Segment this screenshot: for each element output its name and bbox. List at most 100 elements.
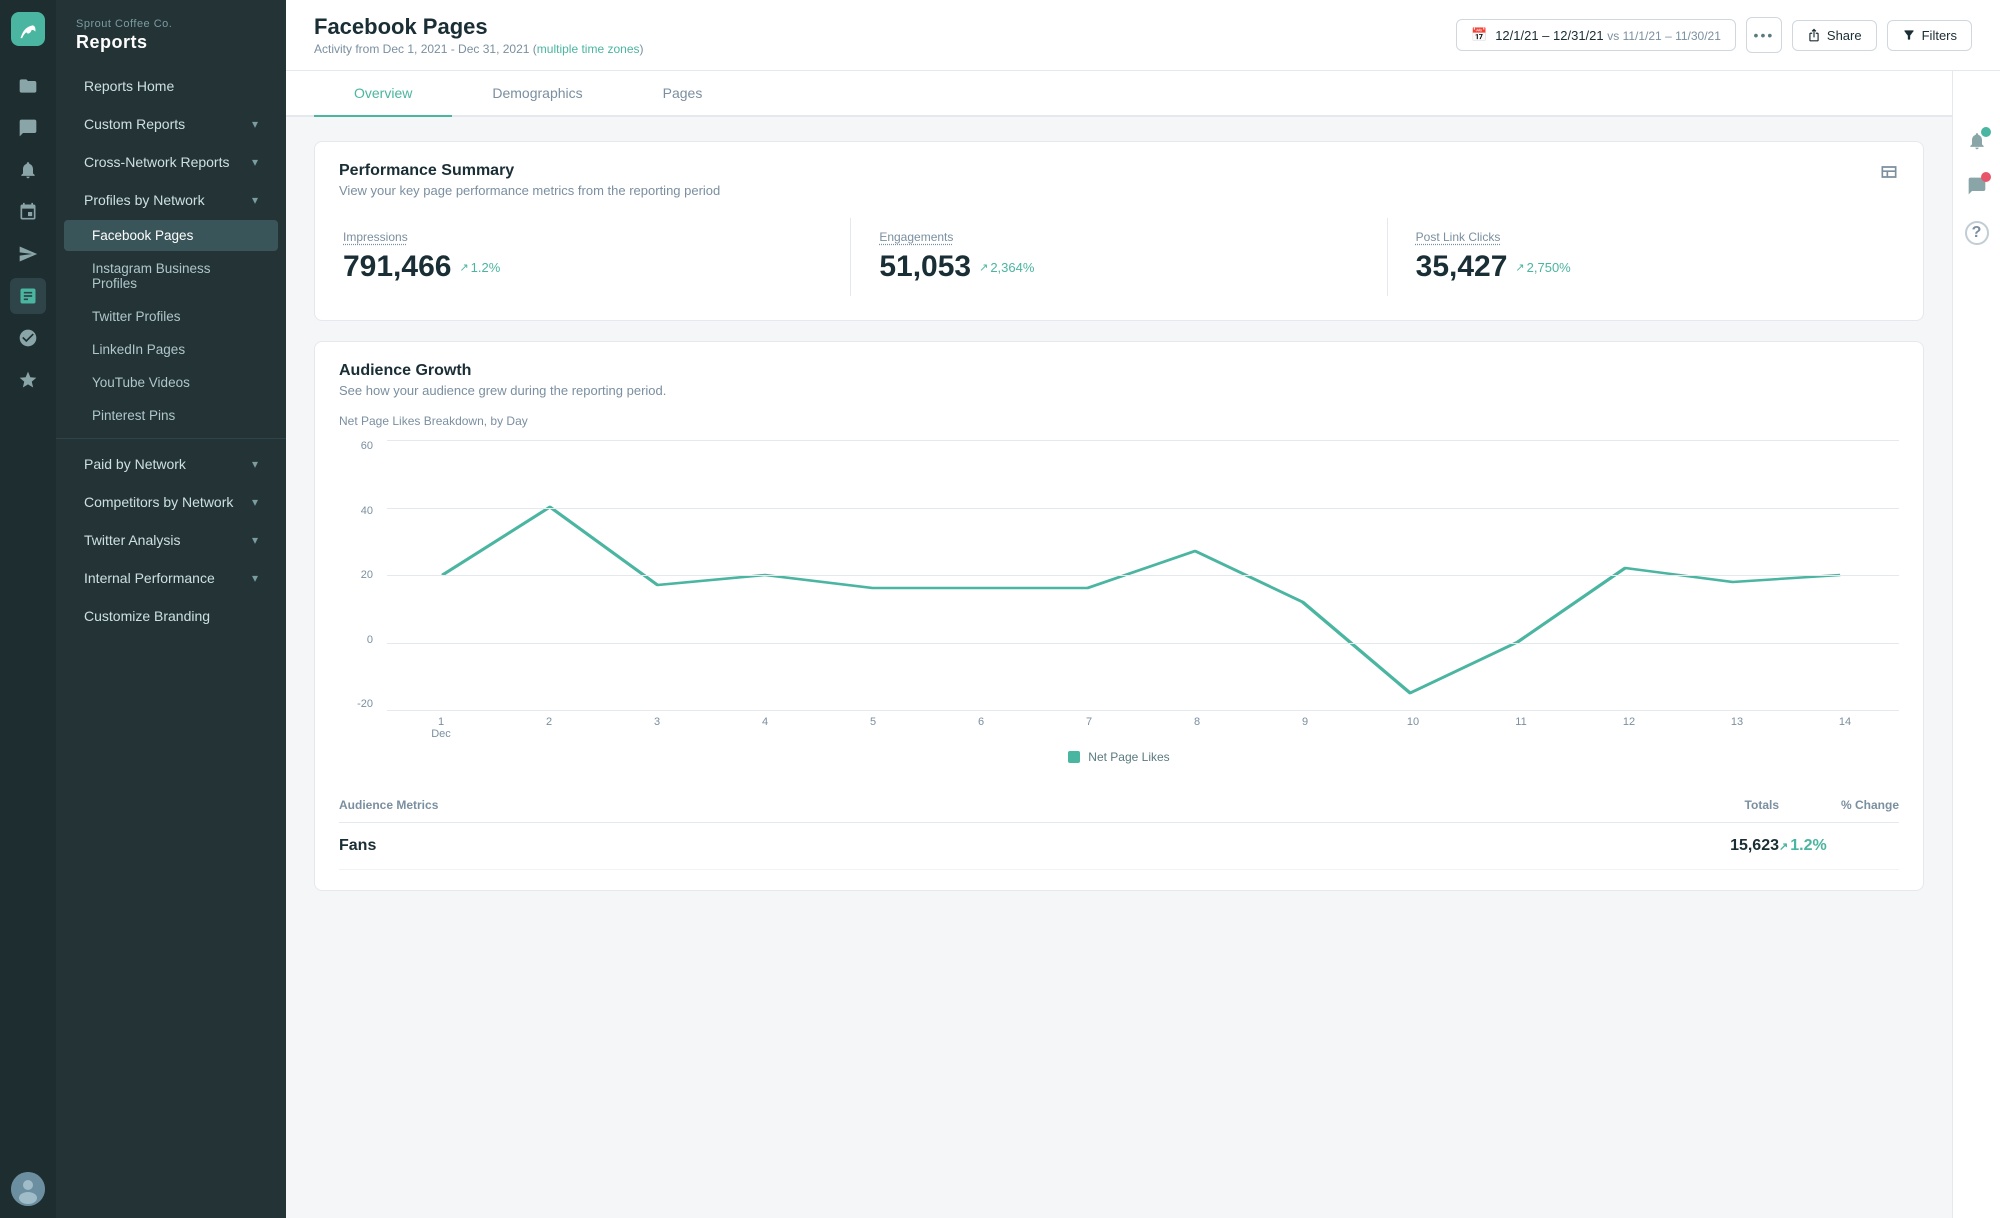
impressions-value: 791,466 ↗ 1.2% [343,250,822,284]
topbar-left: Facebook Pages Activity from Dec 1, 2021… [314,14,644,56]
sidebar-item-competitors[interactable]: Competitors by Network ▾ [64,484,278,520]
x-label-1: 1Dec [387,716,495,740]
sidebar-item-profiles-by-network[interactable]: Profiles by Network ▾ [64,182,278,218]
card-header-audience: Audience Growth See how your audience gr… [315,342,1923,398]
nav-icon-messages[interactable] [10,110,46,146]
app-logo[interactable] [11,12,45,46]
y-label-40: 40 [361,505,373,517]
sidebar-item-instagram-business[interactable]: Instagram Business Profiles [64,253,278,299]
impressions-label: Impressions [343,230,822,244]
tab-overview[interactable]: Overview [314,71,452,117]
card-title-group: Performance Summary View your key page p… [339,162,720,198]
calendar-icon: 📅 [1471,27,1487,43]
chevron-down-icon: ▾ [252,117,258,131]
tab-pages[interactable]: Pages [623,71,743,117]
performance-summary-card: Performance Summary View your key page p… [314,141,1924,321]
col-header-name: Audience Metrics [339,798,1659,812]
sidebar-item-linkedin-pages[interactable]: LinkedIn Pages [64,334,278,365]
filter-icon [1902,28,1916,42]
company-name: Sprout Coffee Co. [76,18,266,30]
chart-plot [387,440,1899,710]
up-arrow-icon: ↗ [979,261,988,274]
post-link-clicks-change: ↗ 2,750% [1515,260,1570,275]
x-label-5: 5 [819,716,927,728]
line-chart-polyline [442,507,1840,693]
user-avatar[interactable] [11,1172,45,1206]
sidebar-item-customize-branding[interactable]: Customize Branding [64,598,278,634]
chevron-down-icon: ▾ [252,155,258,169]
card-title-group-audience: Audience Growth See how your audience gr… [339,362,666,398]
fans-label: Fans [339,837,1659,855]
share-icon [1807,28,1821,42]
y-axis: 60 40 20 0 -20 [339,440,379,710]
nav-icon-star[interactable] [10,362,46,398]
topbar-right: 📅 12/1/21 – 12/31/21 vs 11/1/21 – 11/30/… [1456,17,1972,53]
legend-dot [1068,751,1080,763]
help-icon[interactable]: ? [1965,221,1989,245]
feedback-badge [1981,172,1991,182]
x-label-9: 9 [1251,716,1359,728]
sidebar-item-twitter-analysis[interactable]: Twitter Analysis ▾ [64,522,278,558]
sidebar-item-custom-reports[interactable]: Custom Reports ▾ [64,106,278,142]
x-label-6: 6 [927,716,1035,728]
audience-growth-title: Audience Growth [339,362,666,380]
chevron-down-icon: ▾ [252,571,258,585]
timezone-link[interactable]: multiple time zones [537,42,640,56]
more-options-button[interactable]: ••• [1746,17,1782,53]
col-header-change: % Change [1779,798,1899,812]
audience-growth-subtitle: See how your audience grew during the re… [339,383,666,398]
sidebar-header: Sprout Coffee Co. Reports [56,0,286,67]
filters-button[interactable]: Filters [1887,20,1972,51]
sidebar-item-pinterest-pins[interactable]: Pinterest Pins [64,400,278,431]
chart-label: Net Page Likes Breakdown, by Day [339,414,1899,428]
nav-icon-listen[interactable] [10,320,46,356]
up-arrow-icon: ↗ [1779,840,1788,853]
engagements-change: ↗ 2,364% [979,260,1034,275]
share-button[interactable]: Share [1792,20,1877,51]
nav-icon-publish[interactable] [10,236,46,272]
post-link-clicks-label: Post Link Clicks [1416,230,1895,244]
grid-line-20 [387,575,1899,576]
up-arrow-icon: ↗ [1515,261,1524,274]
card-header-performance: Performance Summary View your key page p… [315,142,1923,198]
tab-bar: Overview Demographics Pages [286,71,1952,117]
page-title: Facebook Pages [314,14,644,40]
metric-post-link-clicks: Post Link Clicks 35,427 ↗ 2,750% [1388,218,1923,296]
feedback-icon[interactable] [1967,176,1987,201]
nav-icon-analytics[interactable] [10,278,46,314]
sidebar-item-twitter-profiles[interactable]: Twitter Profiles [64,301,278,332]
sidebar-item-internal-performance[interactable]: Internal Performance ▾ [64,560,278,596]
sidebar-item-cross-network[interactable]: Cross-Network Reports ▾ [64,144,278,180]
chevron-down-icon: ▾ [252,193,258,207]
filters-label: Filters [1922,28,1957,43]
sidebar-item-paid-by-network[interactable]: Paid by Network ▾ [64,446,278,482]
engagements-value: 51,053 ↗ 2,364% [879,250,1358,284]
table-row: Fans 15,623 ↗ 1.2% [339,823,1899,870]
x-label-12: 12 [1575,716,1683,728]
fans-change: ↗ 1.2% [1779,837,1899,855]
x-label-8: 8 [1143,716,1251,728]
x-label-3: 3 [603,716,711,728]
sidebar-item-facebook-pages[interactable]: Facebook Pages [64,220,278,251]
table-view-icon[interactable] [1879,162,1899,187]
sidebar-item-youtube-videos[interactable]: YouTube Videos [64,367,278,398]
metrics-row: Impressions 791,466 ↗ 1.2% Engagements [315,198,1923,320]
post-link-clicks-value: 35,427 ↗ 2,750% [1416,250,1895,284]
x-label-4: 4 [711,716,819,728]
date-range-button[interactable]: 📅 12/1/21 – 12/31/21 vs 11/1/21 – 11/30/… [1456,19,1736,51]
sidebar-item-reports-home[interactable]: Reports Home [64,68,278,104]
date-range-text: 12/1/21 – 12/31/21 vs 11/1/21 – 11/30/21 [1495,28,1721,43]
left-icon-rail [0,0,56,1218]
bell-icon[interactable] [1967,131,1987,156]
nav-icon-inbox[interactable] [10,152,46,188]
tab-demographics[interactable]: Demographics [452,71,622,117]
nav-icon-folder[interactable] [10,68,46,104]
y-label-0: 0 [367,634,373,646]
sidebar-divider [56,438,286,439]
fans-total: 15,623 [1659,837,1779,855]
chevron-down-icon: ▾ [252,495,258,509]
y-label-neg20: -20 [357,698,373,710]
chevron-down-icon: ▾ [252,457,258,471]
nav-icon-pin[interactable] [10,194,46,230]
legend-label: Net Page Likes [1088,750,1169,764]
